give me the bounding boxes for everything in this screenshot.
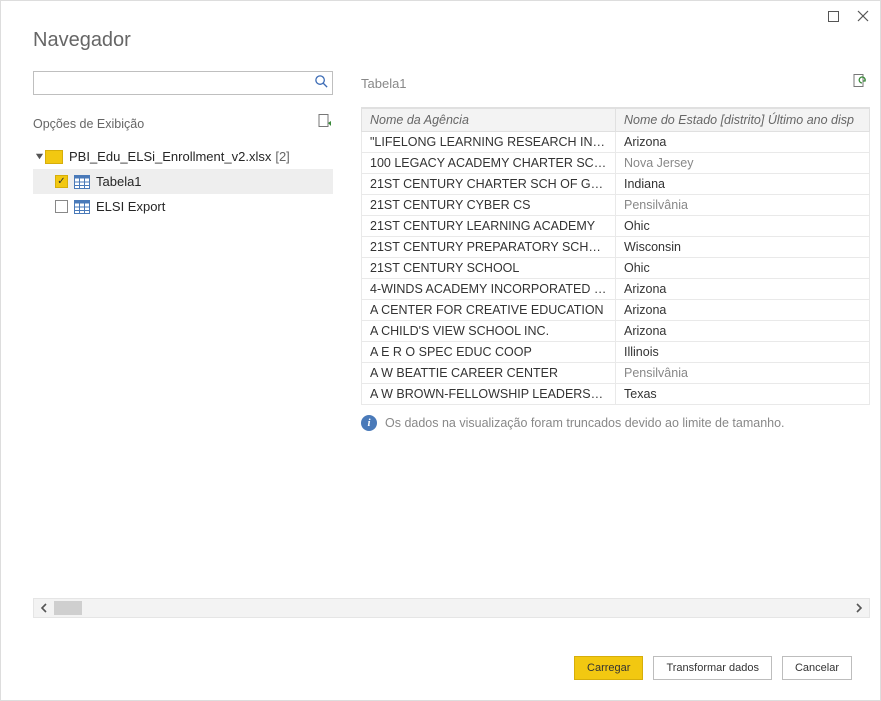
cell-agency-name: A E R O SPEC EDUC COOP xyxy=(362,342,616,363)
tree-item-label: Tabela1 xyxy=(96,174,142,189)
window-maximize-button[interactable] xyxy=(822,5,844,27)
display-options-icon[interactable] xyxy=(317,113,333,134)
cell-state-name: Pensilvânia xyxy=(616,363,870,384)
truncation-message: Os dados na visualização foram truncados… xyxy=(385,416,785,430)
cell-agency-name: 21ST CENTURY CYBER CS xyxy=(362,195,616,216)
cell-state-name: Arizona xyxy=(616,132,870,153)
column-header[interactable]: Nome da Agência xyxy=(362,109,616,132)
window-close-button[interactable] xyxy=(852,5,874,27)
cell-state-name: Arizona xyxy=(616,321,870,342)
table-row[interactable]: 4-WINDS ACADEMY INCORPORATED DBA 4-WINDS… xyxy=(362,279,870,300)
table-row[interactable]: 21ST CENTURY CHARTER SCH OF GARYIndiana xyxy=(362,174,870,195)
scroll-track[interactable] xyxy=(54,599,849,617)
cell-state-name: Nova Jersey xyxy=(616,153,870,174)
cell-agency-name: 21ST CENTURY CHARTER SCH OF GARY xyxy=(362,174,616,195)
cell-agency-name: 100 LEGACY ACADEMY CHARTER SCHOOL xyxy=(362,153,616,174)
cell-agency-name: 21ST CENTURY SCHOOL xyxy=(362,258,616,279)
table-row[interactable]: 21ST CENTURY LEARNING ACADEMYOhic xyxy=(362,216,870,237)
scroll-thumb[interactable] xyxy=(54,601,82,615)
table-row[interactable]: 21ST CENTURY SCHOOLOhic xyxy=(362,258,870,279)
tree-item-label: ELSI Export xyxy=(96,199,165,214)
cell-agency-name: 4-WINDS ACADEMY INCORPORATED DBA 4-WINDS… xyxy=(362,279,616,300)
horizontal-scrollbar[interactable] xyxy=(33,598,870,618)
folder-icon xyxy=(45,150,63,164)
cell-state-name: Illinois xyxy=(616,342,870,363)
cell-agency-name: A CHILD'S VIEW SCHOOL INC. xyxy=(362,321,616,342)
table-row[interactable]: "LIFELONG LEARNING RESEARCH INSTITUTE IN… xyxy=(362,132,870,153)
table-icon xyxy=(74,175,90,189)
scroll-left-arrow[interactable] xyxy=(34,599,54,617)
table-row[interactable]: 21ST CENTURY CYBER CSPensilvânia xyxy=(362,195,870,216)
navigator-tree-pane: Opções de Exibição PBI_Edu_ELSi_Enrollme… xyxy=(33,71,333,640)
column-header[interactable]: Nome do Estado [distrito] Último ano dis… xyxy=(616,109,870,132)
preview-pane: Tabela1 Nome da Agência Nome do Estado [… xyxy=(361,71,870,640)
cell-state-name: Arizona xyxy=(616,279,870,300)
tree-root-label: PBI_Edu_ELSi_Enrollment_v2.xlsx xyxy=(69,149,271,164)
table-row[interactable]: A CENTER FOR CREATIVE EDUCATIONArizona xyxy=(362,300,870,321)
preview-title: Tabela1 xyxy=(361,76,407,91)
table-row[interactable]: A W BROWN-FELLOWSHIP LEADERSHIP ACADEMYT… xyxy=(362,384,870,405)
cell-state-name: Indiana xyxy=(616,174,870,195)
scroll-right-arrow[interactable] xyxy=(849,599,869,617)
cell-state-name: Ohic xyxy=(616,258,870,279)
cell-state-name: Pensilvânia xyxy=(616,195,870,216)
table-row[interactable]: 100 LEGACY ACADEMY CHARTER SCHOOLNova Je… xyxy=(362,153,870,174)
cell-agency-name: A W BROWN-FELLOWSHIP LEADERSHIP ACADEMY xyxy=(362,384,616,405)
cell-agency-name: 21ST CENTURY LEARNING ACADEMY xyxy=(362,216,616,237)
load-button[interactable]: Carregar xyxy=(574,656,643,680)
cancel-button[interactable]: Cancelar xyxy=(782,656,852,680)
table-row[interactable]: 21ST CENTURY PREPARATORY SCHOOL AGENCYWi… xyxy=(362,237,870,258)
tree-root-file[interactable]: PBI_Edu_ELSi_Enrollment_v2.xlsx [2] xyxy=(33,144,333,169)
tree-checkbox[interactable]: ✓ xyxy=(55,175,68,188)
cell-agency-name: "LIFELONG LEARNING RESEARCH INSTITUTE IN… xyxy=(362,132,616,153)
source-tree: PBI_Edu_ELSi_Enrollment_v2.xlsx [2] ✓ Tab… xyxy=(33,144,333,219)
cell-state-name: Wisconsin xyxy=(616,237,870,258)
table-row[interactable]: A W BEATTIE CAREER CENTERPensilvânia xyxy=(362,363,870,384)
display-options-label[interactable]: Opções de Exibição xyxy=(33,117,144,131)
search-icon[interactable] xyxy=(314,74,329,94)
cell-state-name: Arizona xyxy=(616,300,870,321)
search-input[interactable] xyxy=(33,71,333,95)
transform-data-button[interactable]: Transformar dados xyxy=(653,656,772,680)
tree-root-count: [2] xyxy=(275,149,289,164)
tree-checkbox[interactable] xyxy=(55,200,68,213)
preview-table: Nome da Agência Nome do Estado [distrito… xyxy=(361,108,870,405)
refresh-icon[interactable] xyxy=(852,73,868,94)
cell-agency-name: A W BEATTIE CAREER CENTER xyxy=(362,363,616,384)
dialog-title: Navegador xyxy=(1,1,880,52)
table-row[interactable]: A CHILD'S VIEW SCHOOL INC.Arizona xyxy=(362,321,870,342)
cell-state-name: Texas xyxy=(616,384,870,405)
tree-item[interactable]: ✓ Tabela1 xyxy=(33,169,333,194)
cell-agency-name: 21ST CENTURY PREPARATORY SCHOOL AGENCY xyxy=(362,237,616,258)
info-icon: i xyxy=(361,415,377,431)
cell-state-name: Ohic xyxy=(616,216,870,237)
cell-agency-name: A CENTER FOR CREATIVE EDUCATION xyxy=(362,300,616,321)
caret-down-icon xyxy=(33,152,45,161)
table-icon xyxy=(74,200,90,214)
table-row[interactable]: A E R O SPEC EDUC COOPIllinois xyxy=(362,342,870,363)
tree-item[interactable]: ELSI Export xyxy=(33,194,333,219)
